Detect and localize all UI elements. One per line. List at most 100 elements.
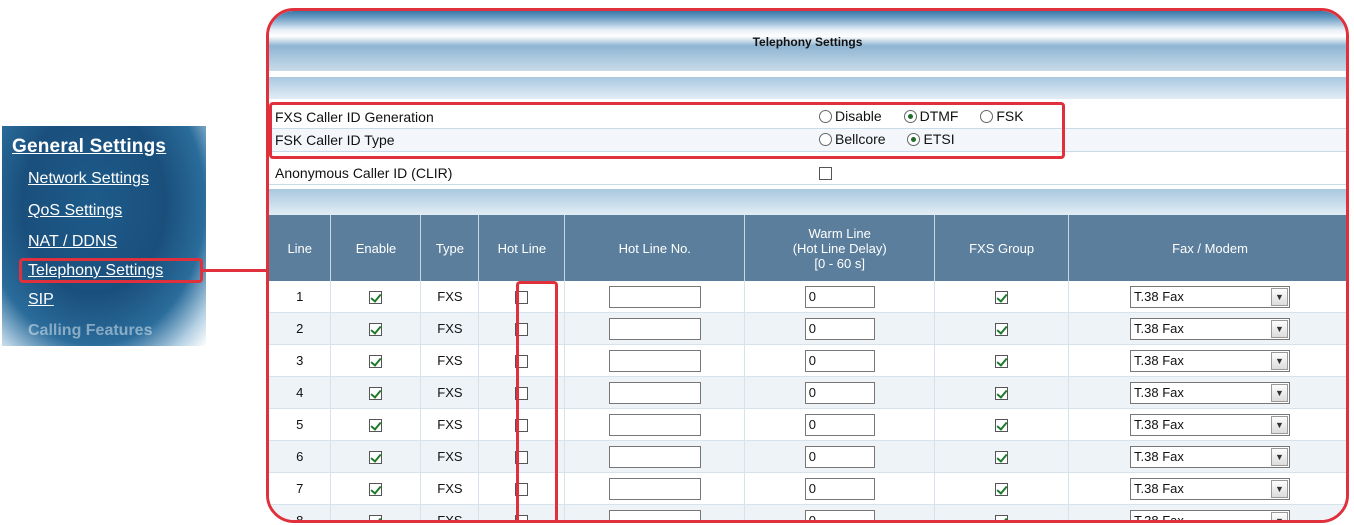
cell-line: 2 [269,312,332,345]
col-header-hot-line-no: Hot Line No. [564,215,746,281]
cell-type: FXS [420,281,480,313]
enable-checkbox[interactable] [369,483,383,497]
fxs-group-checkbox[interactable] [995,387,1009,401]
cell-warm-line: 0 [744,344,936,377]
sidebar-item-sip[interactable]: SIP [28,291,54,309]
fax-modem-select[interactable]: T.38 Fax ▼ [1130,477,1291,500]
table-row: 5 FXS 0 T.38 Fax ▼ [269,408,1346,441]
sidebar-item-calling-features[interactable]: Calling Features [28,322,152,340]
cell-fxs-group [934,312,1070,345]
fax-modem-value: T.38 Fax [1134,512,1184,523]
hot-line-number-input[interactable] [608,381,701,404]
fax-modem-select[interactable]: T.38 Fax ▼ [1130,509,1291,523]
warm-line-delay-input[interactable]: 0 [804,413,875,436]
chevron-down-icon[interactable]: ▼ [1271,383,1289,402]
warm-line-delay-input[interactable]: 0 [804,509,875,520]
nav-heading-general-settings[interactable]: General Settings [12,136,166,158]
cell-fxs-group [934,408,1070,441]
page-title: Telephony Settings [752,35,863,49]
col-header-line: Line [269,215,332,281]
cell-line: 8 [269,504,332,520]
chevron-down-icon[interactable]: ▼ [1271,351,1289,370]
hot-line-number-input[interactable] [608,509,701,520]
enable-checkbox[interactable] [369,323,383,337]
enable-checkbox[interactable] [369,451,383,465]
sidebar-item-network-settings[interactable]: Network Settings [28,170,149,188]
fax-modem-value: T.38 Fax [1134,352,1184,368]
cell-line: 4 [269,376,332,409]
table-row: 2 FXS 0 T.38 Fax ▼ [269,312,1346,345]
table-row: 3 FXS 0 T.38 Fax ▼ [269,344,1346,377]
warm-line-delay-input[interactable]: 0 [804,317,875,340]
cell-fax-modem: T.38 Fax ▼ [1068,281,1346,313]
chevron-down-icon[interactable]: ▼ [1271,415,1289,434]
sidebar-item-qos-settings[interactable]: QoS Settings [28,202,122,220]
table-row: 7 FXS 0 T.38 Fax ▼ [269,472,1346,505]
chevron-down-icon[interactable]: ▼ [1271,479,1289,498]
col-header-enable: Enable [330,215,422,281]
enable-checkbox[interactable] [369,387,383,401]
cell-warm-line: 0 [744,504,936,520]
nav-active-highlight [19,258,203,283]
fxs-group-checkbox[interactable] [995,483,1009,497]
section-band-top [269,77,1346,99]
hot-line-number-input[interactable] [608,349,701,372]
cell-type: FXS [420,504,480,520]
cell-fxs-group [934,504,1070,520]
table-header-row: Line Enable Type Hot Line Hot Line No. W… [269,215,1346,281]
cell-warm-line: 0 [744,312,936,345]
cell-hot-line-no [564,376,746,409]
cell-enable [330,281,422,313]
chevron-down-icon[interactable]: ▼ [1271,287,1289,306]
col-header-hot-line: Hot Line [478,215,566,281]
fax-modem-value: T.38 Fax [1134,288,1184,304]
warm-line-delay-input[interactable]: 0 [804,445,875,468]
fax-modem-select[interactable]: T.38 Fax ▼ [1130,413,1291,436]
warm-line-delay-input[interactable]: 0 [804,477,875,500]
cell-hot-line-no [564,504,746,520]
cell-fax-modem: T.38 Fax ▼ [1068,376,1346,409]
fxs-group-checkbox[interactable] [995,355,1009,369]
sidebar-item-nat-ddns[interactable]: NAT / DDNS [28,233,117,251]
cell-type: FXS [420,440,480,473]
cell-type: FXS [420,376,480,409]
warm-line-delay-input[interactable]: 0 [804,285,875,308]
enable-checkbox[interactable] [369,291,383,305]
warm-line-subtitle: (Hot Line Delay) [792,240,887,256]
fax-modem-select[interactable]: T.38 Fax ▼ [1130,285,1291,308]
enable-checkbox[interactable] [369,419,383,433]
fax-modem-select[interactable]: T.38 Fax ▼ [1130,317,1291,340]
cell-line: 3 [269,344,332,377]
cell-enable [330,504,422,520]
cell-fax-modem: T.38 Fax ▼ [1068,472,1346,505]
hot-line-number-input[interactable] [608,317,701,340]
table-row: 1 FXS 0 T.38 Fax ▼ [269,281,1346,313]
warm-line-delay-input[interactable]: 0 [804,381,875,404]
hot-line-number-input[interactable] [608,285,701,308]
cell-enable [330,312,422,345]
enable-checkbox[interactable] [369,515,383,520]
fxs-group-checkbox[interactable] [995,419,1009,433]
clir-checkbox[interactable] [819,166,832,180]
table-row: 6 FXS 0 T.38 Fax ▼ [269,440,1346,473]
hot-line-number-input[interactable] [608,477,701,500]
cell-hot-line-no [564,281,746,313]
fxs-group-checkbox[interactable] [995,515,1009,520]
fax-modem-select[interactable]: T.38 Fax ▼ [1130,445,1291,468]
fxs-group-checkbox[interactable] [995,291,1009,305]
fax-modem-select[interactable]: T.38 Fax ▼ [1130,381,1291,404]
hot-line-number-input[interactable] [608,445,701,468]
warm-line-delay-input[interactable]: 0 [804,349,875,372]
clir-control [819,164,832,180]
fxs-group-checkbox[interactable] [995,451,1009,465]
setting-row-clir: Anonymous Caller ID (CLIR) [269,162,1346,185]
fax-modem-select[interactable]: T.38 Fax ▼ [1130,349,1291,372]
cell-warm-line: 0 [744,472,936,505]
chevron-down-icon[interactable]: ▼ [1271,319,1289,338]
hot-line-number-input[interactable] [608,413,701,436]
enable-checkbox[interactable] [369,355,383,369]
fxs-group-checkbox[interactable] [995,323,1009,337]
highlight-connector-line [203,269,271,272]
chevron-down-icon[interactable]: ▼ [1271,511,1289,520]
chevron-down-icon[interactable]: ▼ [1271,447,1289,466]
